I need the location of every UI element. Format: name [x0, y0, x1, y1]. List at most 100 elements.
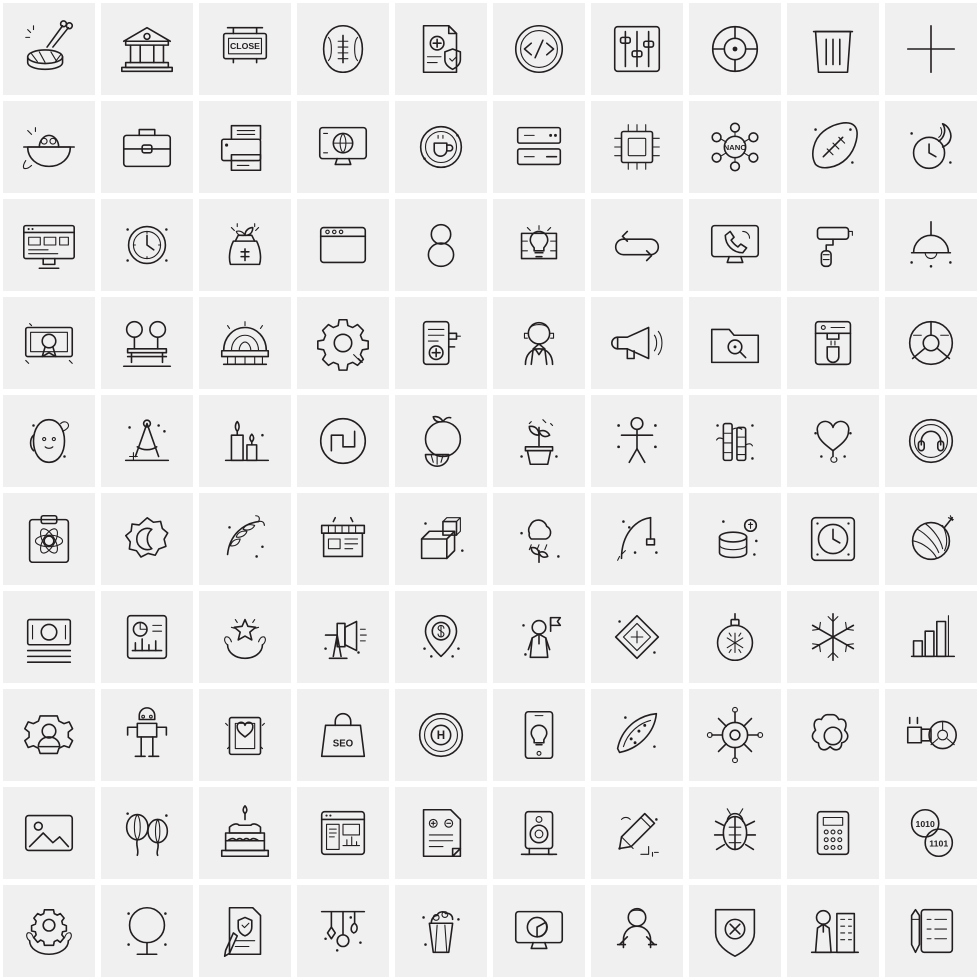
icon-cell-web-dashboard[interactable]: [294, 784, 392, 882]
icon-cell-office-phone[interactable]: [784, 784, 882, 882]
icon-cell-bar-chart[interactable]: [882, 588, 980, 686]
icon-cell-candle[interactable]: [196, 392, 294, 490]
icon-cell-server-remove[interactable]: [490, 98, 588, 196]
icon-cell-target[interactable]: [686, 0, 784, 98]
icon-cell-crescent-moon-badge[interactable]: [98, 490, 196, 588]
icon-cell-child-crawl[interactable]: [588, 882, 686, 980]
icon-cell-number-eight[interactable]: [392, 196, 490, 294]
icon-cell-potted-plant[interactable]: [490, 392, 588, 490]
icon-cell-contract-sign[interactable]: [196, 882, 294, 980]
icon-cell-user-settings-gear[interactable]: [0, 686, 98, 784]
icon-cell-ship-helm[interactable]: [686, 686, 784, 784]
icon-cell-close-sign[interactable]: CLOSE: [196, 0, 294, 98]
icon-cell-pipe-valve[interactable]: [882, 686, 980, 784]
icon-cell-bamboo[interactable]: [686, 392, 784, 490]
icon-cell-tree[interactable]: [98, 882, 196, 980]
icon-cell-businessman-flag[interactable]: [490, 588, 588, 686]
icon-cell-plus[interactable]: [882, 0, 980, 98]
icon-cell-square-wave-circle[interactable]: [294, 392, 392, 490]
icon-cell-stadium[interactable]: [196, 294, 294, 392]
icon-cell-body-stretch[interactable]: [588, 392, 686, 490]
icon-cell-desktop-layout[interactable]: [0, 196, 98, 294]
icon-cell-dollar-location[interactable]: [392, 588, 490, 686]
icon-cell-code-circle[interactable]: [490, 0, 588, 98]
icon-cell-refresh-loop[interactable]: [588, 196, 686, 294]
icon-cell-drafting-compass[interactable]: [98, 392, 196, 490]
icon-cell-american-football[interactable]: [294, 0, 392, 98]
icon-cell-wheat-leaf[interactable]: [196, 490, 294, 588]
icon-cell-binary-data-circles[interactable]: 1010 1101: [882, 784, 980, 882]
icon-cell-orange-fruit[interactable]: [392, 392, 490, 490]
icon-cell-hanging-decoration[interactable]: [294, 882, 392, 980]
icon-cell-clipboard-atom[interactable]: [0, 490, 98, 588]
icon-cell-bank-building[interactable]: [98, 0, 196, 98]
icon-cell-wall-clock-square[interactable]: [784, 490, 882, 588]
icon-cell-watermelon-slice[interactable]: [588, 686, 686, 784]
icon-cell-paint-roller[interactable]: [784, 196, 882, 294]
icon-cell-report-chart[interactable]: [98, 588, 196, 686]
icon-cell-hands-gear[interactable]: [0, 882, 98, 980]
icon-cell-briefcase[interactable]: [98, 98, 196, 196]
icon-cell-medical-device[interactable]: [392, 294, 490, 392]
icon-cell-speaker[interactable]: [490, 784, 588, 882]
icon-cell-pencil-draw[interactable]: [588, 784, 686, 882]
icon-cell-steering-wheel[interactable]: [882, 294, 980, 392]
icon-cell-picture-frame[interactable]: [196, 686, 294, 784]
icon-cell-christmas-ball[interactable]: [686, 588, 784, 686]
icon-cell-rain-cloud-plant[interactable]: [490, 490, 588, 588]
icon-cell-shield-cancel[interactable]: [686, 882, 784, 980]
icon-cell-monitor-globe[interactable]: [294, 98, 392, 196]
icon-cell-monitor-call[interactable]: [686, 196, 784, 294]
icon-cell-megaphone[interactable]: [588, 294, 686, 392]
icon-cell-birthday-cake[interactable]: [196, 784, 294, 882]
icon-cell-rice-bowl[interactable]: [0, 98, 98, 196]
icon-cell-medical-report-shield[interactable]: [392, 0, 490, 98]
icon-cell-drum[interactable]: [0, 0, 98, 98]
icon-cell-folder-search[interactable]: [686, 294, 784, 392]
icon-cell-monitor-pie-chart[interactable]: [490, 882, 588, 980]
icon-cell-flower-badge[interactable]: [784, 686, 882, 784]
icon-cell-browser-window[interactable]: [294, 196, 392, 294]
icon-cell-checklist-pen[interactable]: [882, 882, 980, 980]
icon-cell-snowflake[interactable]: [784, 588, 882, 686]
icon-cell-certificate-award[interactable]: [0, 294, 98, 392]
icon-cell-ticket[interactable]: [588, 588, 686, 686]
icon-cell-microchip[interactable]: [588, 98, 686, 196]
icon-cell-seo-shopping-bag[interactable]: SEO: [294, 686, 392, 784]
icon-cell-package-box[interactable]: [392, 490, 490, 588]
icon-cell-headphone-coin[interactable]: [882, 392, 980, 490]
icon-cell-support-agent[interactable]: [490, 294, 588, 392]
icon-cell-coffee-machine[interactable]: [784, 294, 882, 392]
icon-cell-gear-settings[interactable]: [294, 294, 392, 392]
icon-cell-fishing-rod[interactable]: [588, 490, 686, 588]
icon-cell-hands-star[interactable]: [196, 588, 294, 686]
icon-cell-hanging-lamp[interactable]: [882, 196, 980, 294]
icon-cell-money-coins[interactable]: [686, 490, 784, 588]
icon-cell-document-edit[interactable]: [392, 784, 490, 882]
icon-cell-athlete[interactable]: [98, 686, 196, 784]
icon-cell-balloons[interactable]: [98, 784, 196, 882]
icon-cell-park-bench[interactable]: [98, 294, 196, 392]
icon-cell-wall-clock[interactable]: [98, 196, 196, 294]
icon-cell-fire-clock[interactable]: [882, 98, 980, 196]
icon-cell-banknote[interactable]: [0, 588, 98, 686]
icon-cell-heart-balloon[interactable]: [784, 392, 882, 490]
icon-cell-store-front[interactable]: [294, 490, 392, 588]
icon-cell-printer[interactable]: [196, 98, 294, 196]
icon-cell-yarn-ball[interactable]: [882, 490, 980, 588]
icon-cell-rugby-ball[interactable]: [784, 98, 882, 196]
icon-cell-hospital-coin[interactable]: H: [392, 686, 490, 784]
icon-cell-trash-bin[interactable]: [784, 0, 882, 98]
icon-cell-idea-bulb-map[interactable]: [490, 196, 588, 294]
icon-cell-image-photo[interactable]: [0, 784, 98, 882]
icon-cell-mobile-idea[interactable]: [490, 686, 588, 784]
icon-cell-settings-sliders[interactable]: [588, 0, 686, 98]
icon-cell-money-plant-bag[interactable]: [196, 196, 294, 294]
icon-cell-coffee-badge[interactable]: [392, 98, 490, 196]
icon-cell-studio-light[interactable]: [294, 588, 392, 686]
icon-cell-businessman-building[interactable]: [784, 882, 882, 980]
icon-cell-nano-molecule[interactable]: NANO: [686, 98, 784, 196]
icon-cell-bug[interactable]: [686, 784, 784, 882]
icon-cell-baby-sling[interactable]: [0, 392, 98, 490]
icon-cell-popcorn[interactable]: [392, 882, 490, 980]
